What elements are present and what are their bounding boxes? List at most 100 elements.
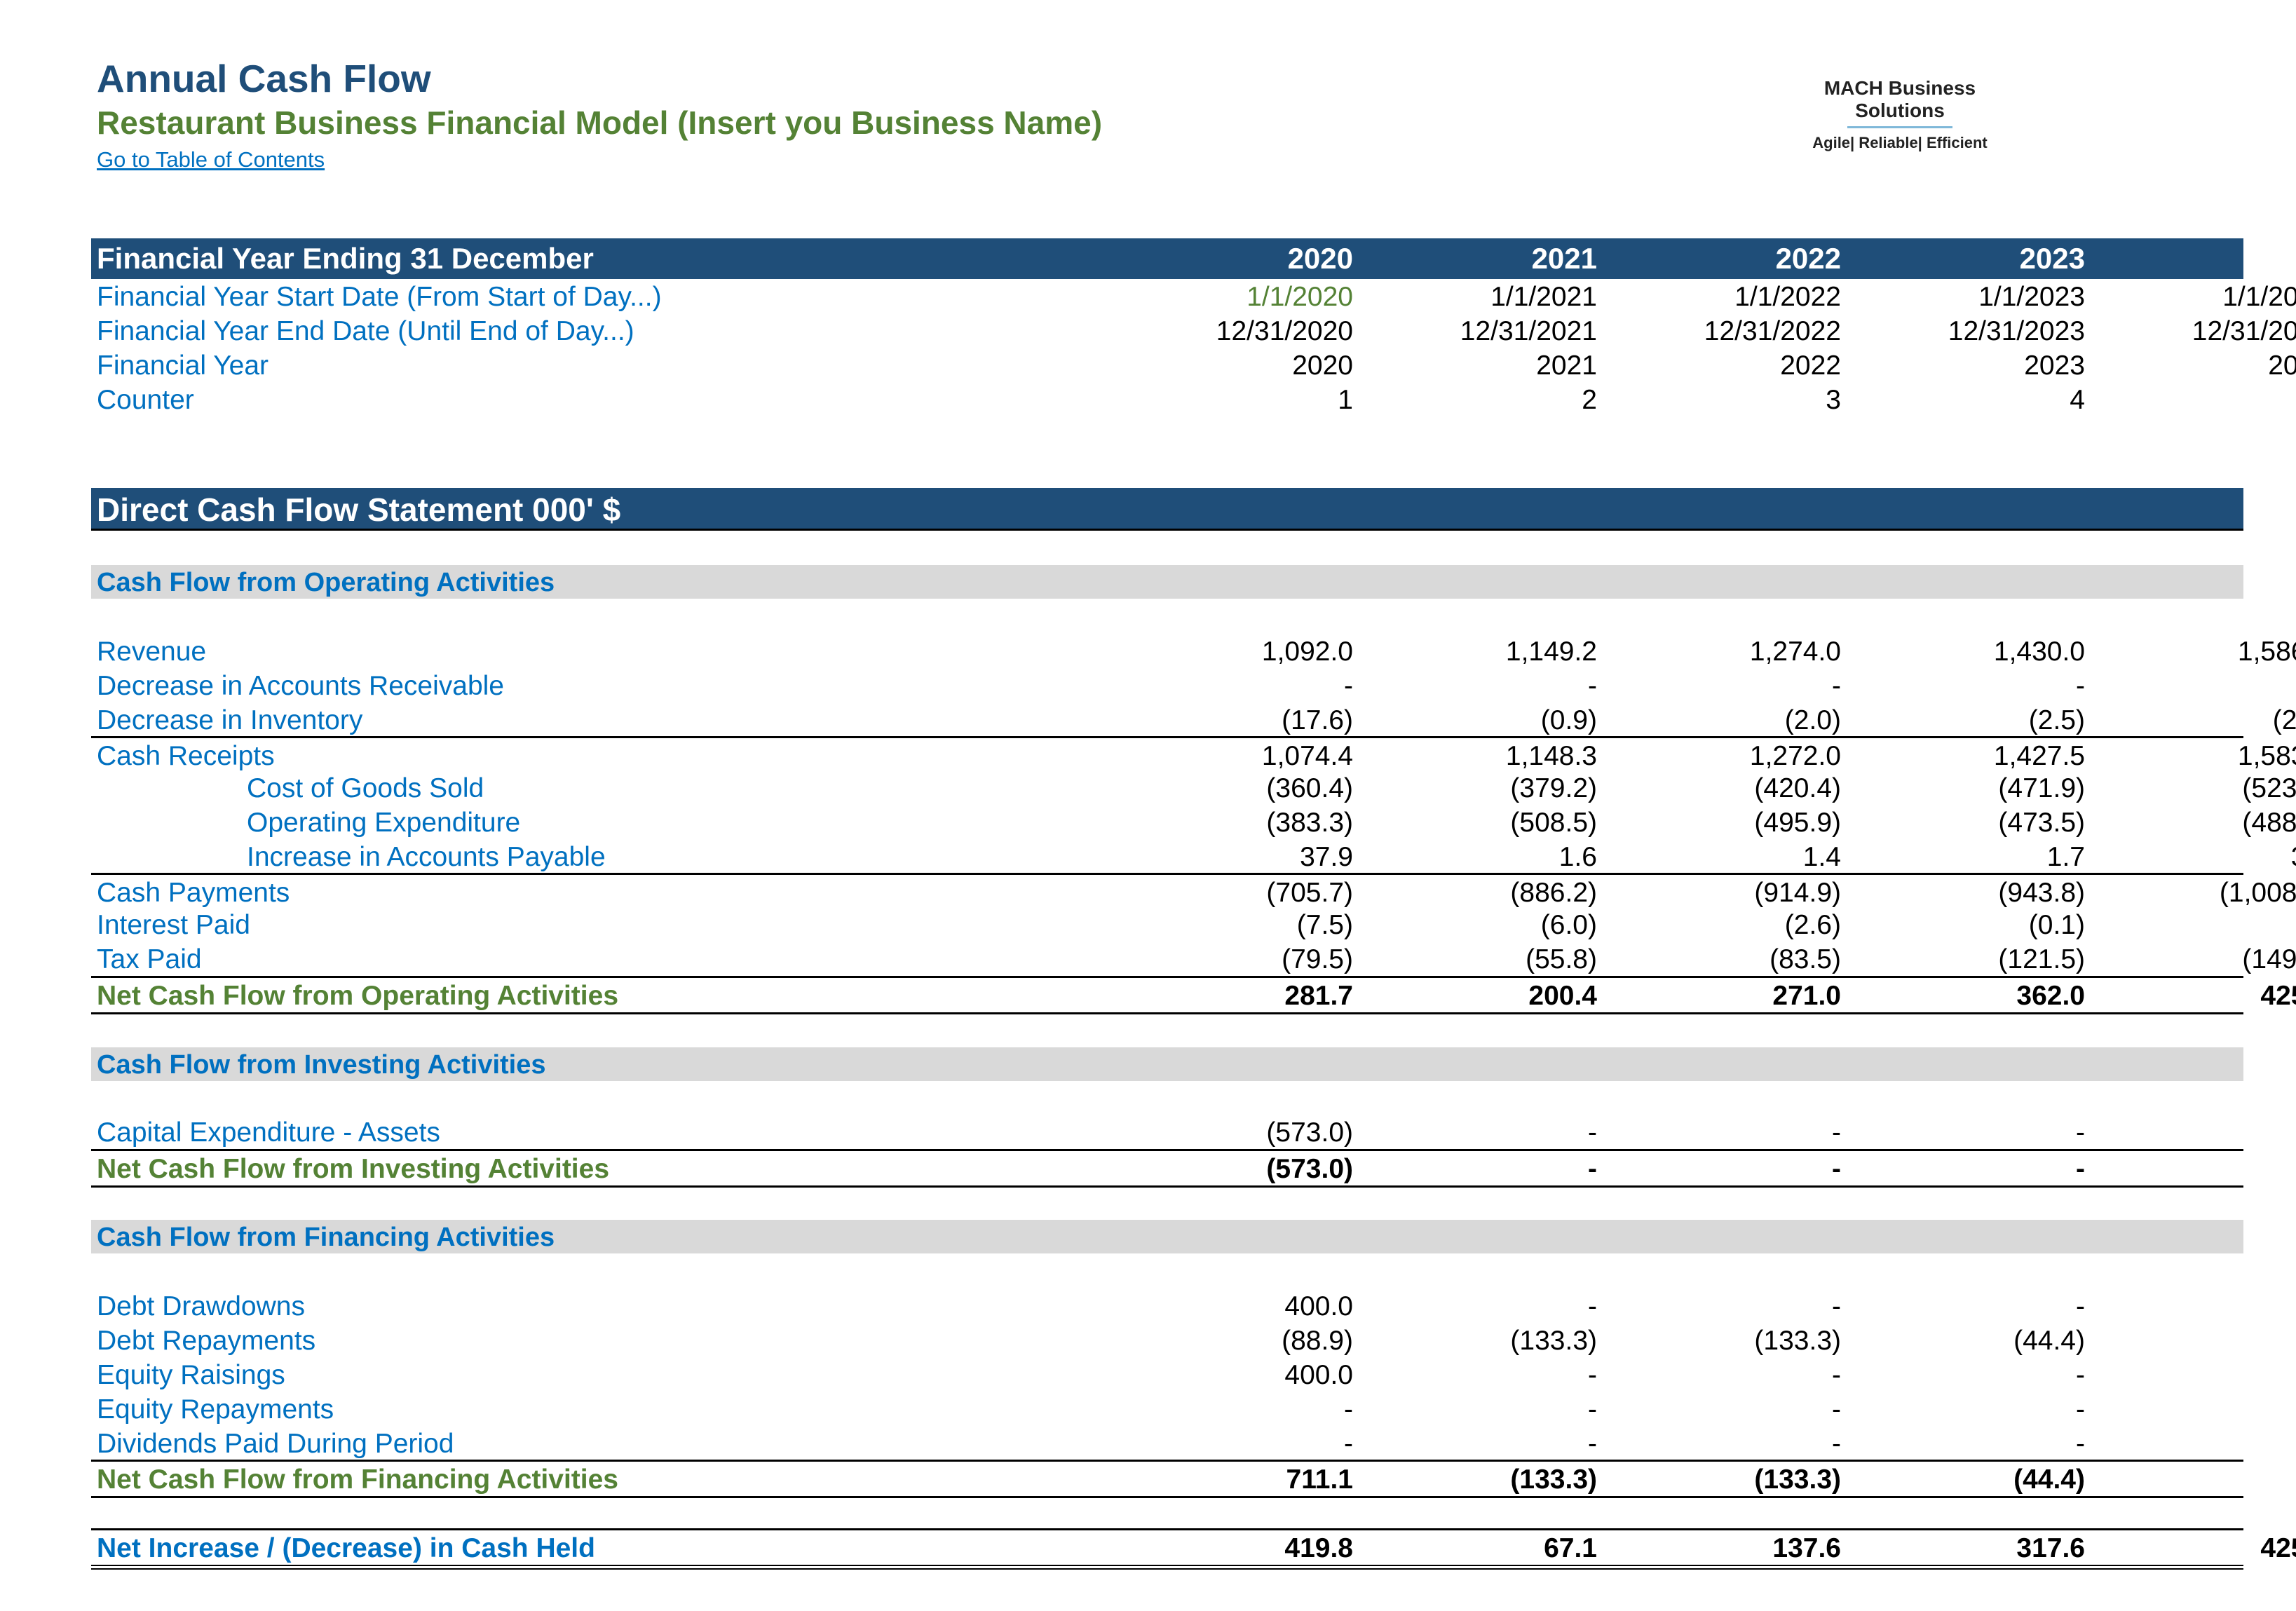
cell: 1,074.4 (1261, 741, 1353, 771)
cell: (705.7) (1266, 878, 1353, 908)
cell: - (1832, 671, 1841, 701)
cell: (523.4) (2242, 773, 2296, 803)
cell: (121.5) (1998, 944, 2085, 974)
cell: (508.5) (1510, 808, 1597, 838)
investing-section-header: Cash Flow from Investing Activities (91, 1047, 2243, 1081)
cell: - (2076, 671, 2085, 701)
cell: - (1588, 1117, 1597, 1148)
cell: (379.2) (1510, 773, 1597, 803)
row-label: Debt Repayments (97, 1326, 316, 1356)
year-header: 2023 (2019, 242, 2085, 275)
cell: (88.9) (1282, 1326, 1353, 1356)
row-label: Debt Drawdowns (97, 1291, 305, 1321)
cell: - (2119, 1429, 2296, 1460)
cell: (2.5) (2028, 705, 2085, 735)
cell: - (2076, 1117, 2085, 1148)
cell: 1 (1338, 385, 1353, 415)
row-label: Counter (97, 385, 194, 415)
cell: 1/1/2022 (1734, 282, 1841, 312)
section-title: Cash Flow from Financing Activities (97, 1223, 555, 1252)
cell: 1.6 (1558, 842, 1597, 872)
net-financing-row: Net Cash Flow from Financing Activities … (91, 1460, 2243, 1498)
year-header: 2022 (1775, 242, 1841, 275)
cell: 362.0 (2016, 981, 2085, 1011)
cell: 1,583.5 (2237, 741, 2296, 771)
dividends-row: Dividends Paid During Period - - - - - (91, 1426, 2243, 1460)
cell: 1/1/2020 (1247, 282, 1353, 312)
cell: (943.8) (1998, 878, 2085, 908)
cell: (133.3) (1510, 1326, 1597, 1356)
cell: 1,430.0 (1993, 637, 2085, 667)
operating-section-header: Cash Flow from Operating Activities (91, 565, 2243, 599)
fy-end-row: Financial Year End Date (Until End of Da… (91, 313, 2296, 348)
cell: (471.9) (1998, 773, 2085, 803)
section-title: Cash Flow from Investing Activities (97, 1050, 546, 1080)
cell: (6.0) (1540, 910, 1597, 940)
logo-divider (1847, 126, 1952, 128)
cell: 1.4 (1802, 842, 1841, 872)
opex-row: Operating Expenditure (383.3) (508.5) (4… (91, 805, 2296, 839)
cell: 3.3 (2119, 842, 2296, 873)
cell: (495.9) (1754, 808, 1841, 838)
toc-link[interactable]: Go to Table of Contents (97, 147, 325, 172)
year-header: 2020 (1287, 242, 1353, 275)
year-header: 2024 (2263, 242, 2296, 275)
cell: - (2076, 1291, 2085, 1321)
cell: (2.0) (1784, 705, 1841, 735)
row-label: Cash Receipts (97, 741, 275, 771)
cell: - (2119, 1464, 2296, 1495)
row-label: Net Cash Flow from Operating Activities (97, 981, 619, 1011)
cell: - (2119, 1117, 2296, 1148)
cell: (383.3) (1266, 808, 1353, 838)
cell: - (1588, 1360, 1597, 1390)
cell: 2024 (2268, 351, 2296, 381)
company-logo: MACH Business Solutions Agile| Reliable|… (1795, 77, 2005, 152)
debt-drawdowns-row: Debt Drawdowns 400.0 - - - - (91, 1289, 2243, 1323)
cell: 1/1/2023 (1978, 282, 2085, 312)
cell: - (2119, 1360, 2296, 1391)
cell: (420.4) (1754, 773, 1841, 803)
debt-repayments-row: Debt Repayments (88.9) (133.3) (133.3) (… (91, 1323, 2243, 1357)
cell: - (1832, 1117, 1841, 1148)
cell: 400.0 (1284, 1360, 1353, 1390)
cell: 2020 (1292, 351, 1353, 381)
row-label: Financial Year End Date (Until End of Da… (97, 316, 634, 346)
cell: - (1344, 671, 1353, 701)
cell: 12/31/2021 (1460, 316, 1597, 346)
year-header: 2021 (1531, 242, 1597, 275)
cell: 12/31/2022 (1704, 316, 1841, 346)
cell: 281.7 (1284, 981, 1353, 1011)
cash-receipts-row: Cash Receipts 1,074.4 1,148.3 1,272.0 1,… (91, 736, 2296, 773)
cell: - (1588, 1429, 1597, 1459)
cell: (7.5) (1296, 910, 1353, 940)
row-label: Equity Repayments (97, 1394, 334, 1425)
cell: (2.5) (2272, 705, 2296, 735)
cell: 3 (1826, 385, 1841, 415)
row-label: Capital Expenditure - Assets (97, 1117, 440, 1148)
row-label: Financial Year Start Date (From Start of… (97, 282, 662, 312)
row-label: Decrease in Inventory (97, 705, 363, 735)
row-label: Tax Paid (97, 944, 202, 974)
cell: - (2119, 1326, 2296, 1357)
row-label: Decrease in Accounts Receivable (97, 671, 504, 701)
cell: 2023 (2024, 351, 2085, 381)
cell: (44.4) (2013, 1464, 2085, 1495)
cell: 12/31/2024 (2192, 316, 2296, 346)
net-change-row: Net Increase / (Decrease) in Cash Held 4… (91, 1528, 2296, 1570)
cell: 419.8 (1284, 1533, 1353, 1563)
cell: - (1588, 1154, 1597, 1184)
cash-payments-row: Cash Payments (705.7) (886.2) (914.9) (9… (91, 873, 2296, 909)
cell: 1,092.0 (1261, 637, 1353, 667)
cell: (2.6) (1784, 910, 1841, 940)
cell: 1,148.3 (1505, 741, 1597, 771)
cell: 2021 (1536, 351, 1597, 381)
cell: - (1832, 1291, 1841, 1321)
row-label: Revenue (97, 637, 207, 667)
cell: (0.9) (1540, 705, 1597, 735)
cell: 317.6 (2016, 1533, 2085, 1563)
cell: - (1832, 1154, 1841, 1184)
row-label: Dividends Paid During Period (97, 1429, 454, 1459)
tax-paid-row: Tax Paid (79.5) (55.8) (83.5) (121.5) (1… (91, 942, 2296, 976)
revenue-row: Revenue 1,092.0 1,149.2 1,274.0 1,430.0 … (91, 634, 2296, 668)
cell: (360.4) (1266, 773, 1353, 803)
